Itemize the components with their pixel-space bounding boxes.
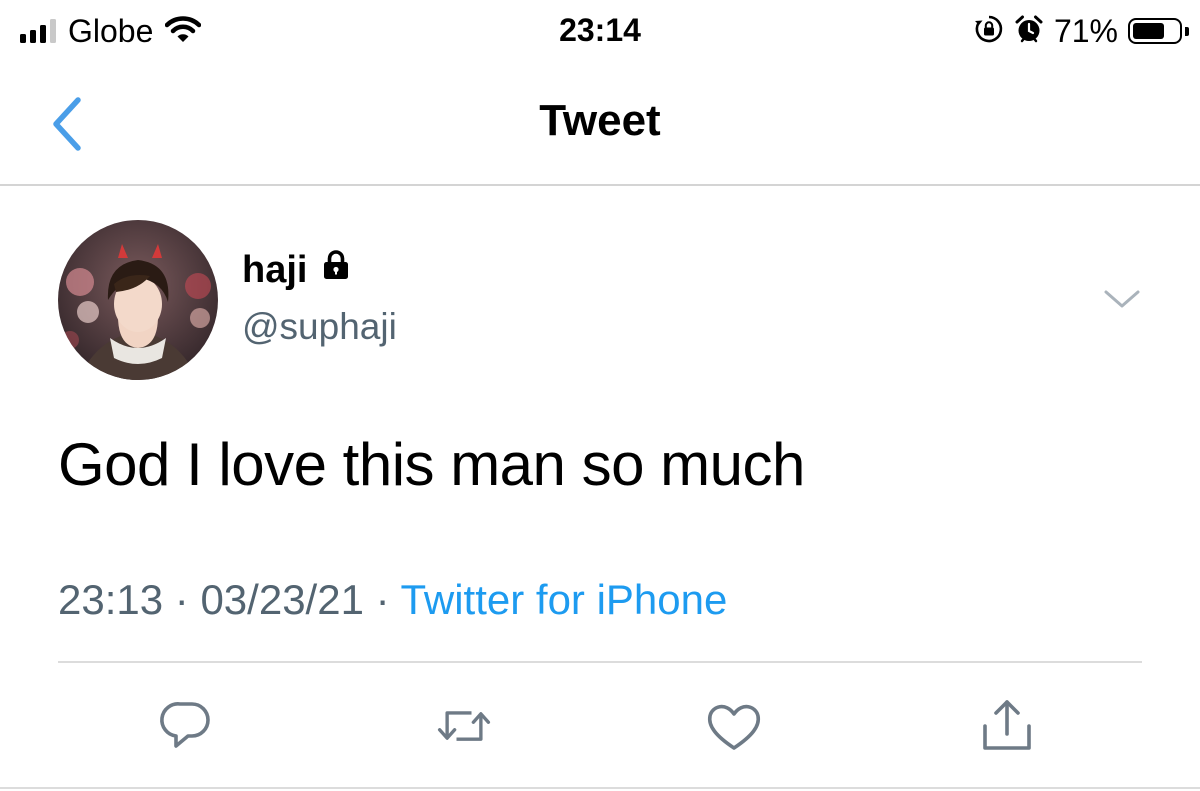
lock-icon <box>319 248 353 292</box>
divider <box>0 787 1200 789</box>
tweet-time: 23:13 <box>58 576 164 623</box>
tweet-source-link[interactable]: Twitter for iPhone <box>401 576 728 623</box>
retweet-button[interactable] <box>434 696 494 756</box>
status-bar: Globe 23:14 71% <box>0 0 1200 62</box>
share-icon <box>983 700 1031 750</box>
avatar[interactable] <box>58 220 218 380</box>
meta-separator: · <box>174 576 189 623</box>
share-button[interactable] <box>977 696 1037 756</box>
meta-separator: · <box>375 576 390 623</box>
nav-bar: Tweet <box>0 62 1200 186</box>
display-name[interactable]: haji <box>242 248 353 292</box>
display-name-text: haji <box>242 248 308 291</box>
retweet-icon <box>437 711 491 741</box>
tweet-text: God I love this man so much <box>58 431 805 498</box>
tweet-meta: 23:13 · 03/23/21 · Twitter for iPhone <box>58 576 727 624</box>
tweet-menu-button[interactable] <box>1100 284 1144 314</box>
reply-icon <box>160 702 210 748</box>
user-handle[interactable]: @suphaji <box>242 306 397 348</box>
status-right: 71% <box>974 12 1189 50</box>
page-title: Tweet <box>539 96 661 145</box>
chevron-down-icon <box>1104 290 1140 308</box>
divider <box>58 661 1142 663</box>
like-button[interactable] <box>704 696 764 756</box>
battery-percent: 71% <box>1053 12 1118 49</box>
orientation-lock-icon <box>974 14 1004 49</box>
reply-button[interactable] <box>156 696 216 756</box>
battery-fill <box>1133 23 1165 39</box>
battery-icon <box>1128 18 1189 44</box>
tweet-date: 03/23/21 <box>200 576 364 623</box>
heart-icon <box>707 704 761 750</box>
alarm-icon <box>1014 14 1044 49</box>
